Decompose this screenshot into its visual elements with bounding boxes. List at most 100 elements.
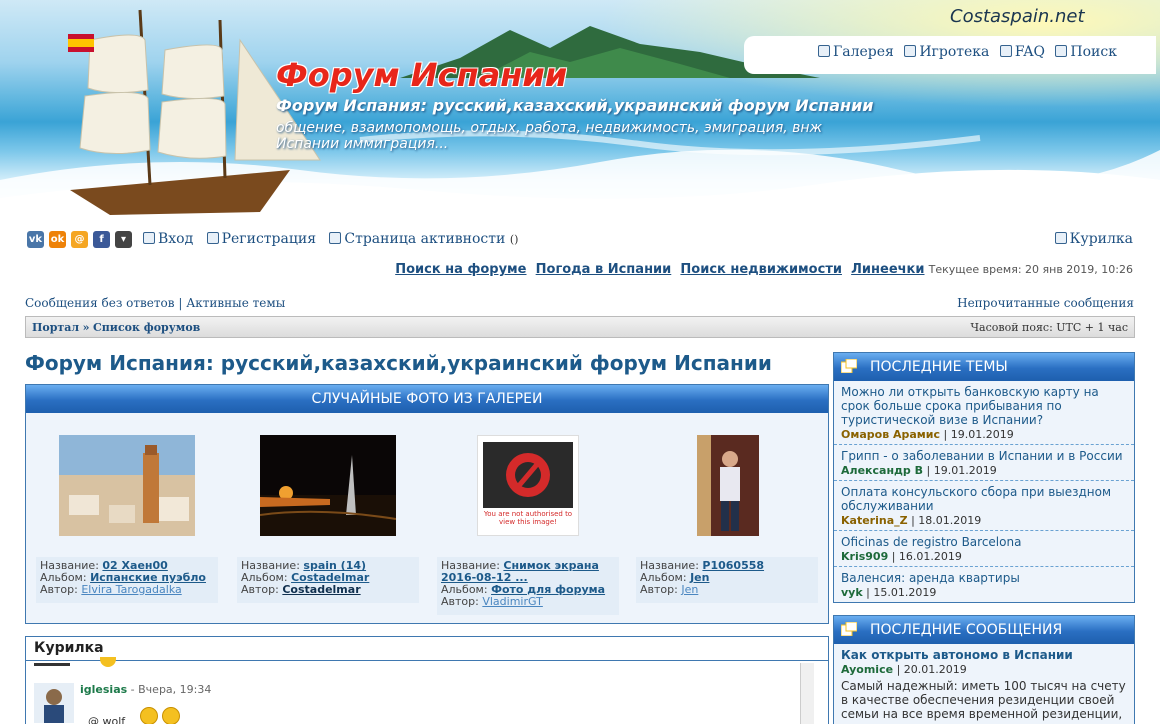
activity-icon — [329, 232, 342, 244]
photo-author-link[interactable]: Elvira Tarogadalka — [81, 583, 181, 596]
photo-thumbnail[interactable] — [260, 435, 396, 536]
topic-title[interactable]: Можно ли открыть банковскую карту на сро… — [841, 385, 1127, 427]
login-icon — [143, 232, 155, 244]
topic-author[interactable]: Katerina_Z — [841, 514, 908, 527]
topic-date: | 18.01.2019 — [911, 514, 982, 527]
topic-date: | 19.01.2019 — [943, 428, 1014, 441]
weather-link[interactable]: Погода в Испании — [536, 262, 672, 277]
header-links: Галерея Игротека FAQ Поиск — [744, 36, 1156, 74]
emoji-icon — [134, 701, 194, 724]
photo-thumbnail[interactable]: You are not authorised to view this imag… — [477, 435, 579, 536]
chat-icon — [1054, 232, 1067, 244]
no-replies-link[interactable]: Сообщения без ответов — [25, 296, 175, 310]
post-item[interactable]: Как открыть автономо в Испании Ayomice |… — [834, 644, 1134, 724]
chat-username[interactable]: iglesias — [80, 683, 127, 696]
topic-date: | 16.01.2019 — [891, 550, 962, 563]
facebook-icon[interactable]: f — [93, 231, 110, 248]
search-icon — [1055, 45, 1068, 57]
topic-author[interactable]: vyk — [841, 586, 863, 599]
games-link[interactable]: Игротека — [904, 44, 989, 60]
photo-info: Название: Снимок экрана 2016-08-12 ... А… — [437, 557, 619, 615]
breadcrumb-forums[interactable]: Список форумов — [93, 321, 200, 334]
topic-item[interactable]: Валенсия: аренда квартиры vyk | 15.01.20… — [834, 567, 1134, 602]
photo-name-link[interactable]: P1060558 — [702, 559, 764, 572]
vk-icon[interactable]: vk — [27, 231, 44, 248]
odnoklassniki-icon[interactable]: ok — [49, 231, 66, 248]
topic-author[interactable]: Kris909 — [841, 550, 888, 563]
gallery-title: СЛУЧАЙНЫЕ ФОТО ИЗ ГАЛЕРЕИ — [26, 385, 828, 413]
activity-link[interactable]: Страница активности — [329, 231, 505, 247]
mail-icon[interactable]: @ — [71, 231, 88, 248]
photo-author-link[interactable]: Costadelmar — [282, 583, 360, 596]
latest-posts-header: ПОСЛЕДНИЕ СООБЩЕНИЯ — [834, 616, 1134, 644]
topic-title[interactable]: Oficinas de registro Barcelona — [841, 535, 1127, 549]
activity-count: () — [509, 233, 519, 246]
forum-subtitle: Форум Испания: русский,казахский,украинс… — [276, 96, 874, 115]
post-author[interactable]: Ayomice — [841, 663, 893, 676]
search-link[interactable]: Поиск — [1055, 44, 1117, 60]
topic-item[interactable]: Оплата консульского сбора при выездном о… — [834, 481, 1134, 531]
unread-posts-link[interactable]: Непрочитанные сообщения — [957, 296, 1134, 310]
photo-info: Название: 02 Хаен00 Альбом: Испанские пу… — [36, 557, 218, 603]
topic-title[interactable]: Грипп - о заболевании в Испании и в Росс… — [841, 449, 1127, 463]
quick-links: Поиск на форуме Погода в Испании Поиск н… — [390, 262, 1133, 277]
timezone: Часовой пояс: UTC + 1 час — [970, 321, 1128, 334]
chat-message-text: @ wolf — [88, 715, 126, 724]
chat-time: - Вчера, 19:34 — [130, 683, 212, 696]
breadcrumb: Портал » Список форумов Часовой пояс: UT… — [25, 316, 1135, 338]
divider — [34, 663, 70, 666]
post-title[interactable]: Как открыть автономо в Испании — [841, 648, 1127, 662]
register-icon — [206, 232, 219, 244]
active-topics-link[interactable]: Активные темы — [186, 296, 285, 310]
chat-title: Курилка — [26, 637, 828, 661]
posts-icon — [841, 622, 857, 636]
chat-message-header: iglesias - Вчера, 19:34 — [80, 683, 211, 696]
social-share-bar: vk ok @ f ▾ — [27, 231, 132, 248]
topic-author[interactable]: Александр В — [841, 464, 923, 477]
photo-thumbnail[interactable] — [59, 435, 195, 536]
site-brand[interactable]: Costaspain.net — [950, 6, 1085, 27]
latest-topics-panel: ПОСЛЕДНИЕ ТЕМЫ Можно ли открыть банковск… — [833, 352, 1135, 603]
chat-link[interactable]: Курилка — [1054, 231, 1133, 247]
auth-links: Вход Регистрация Страница активности () — [143, 231, 518, 247]
games-icon — [904, 45, 917, 57]
blocked-image — [483, 442, 573, 508]
no-access-icon — [506, 453, 550, 497]
topic-item[interactable]: Грипп - о заболевании в Испании и в Росс… — [834, 445, 1134, 481]
topic-author[interactable]: Омаров Арамис — [841, 428, 940, 441]
latest-posts-panel: ПОСЛЕДНИЕ СООБЩЕНИЯ Как открыть автономо… — [833, 615, 1135, 724]
realty-search-link[interactable]: Поиск недвижимости — [680, 262, 842, 277]
more-share-icon[interactable]: ▾ — [115, 231, 132, 248]
topic-item[interactable]: Oficinas de registro Barcelona Kris909 |… — [834, 531, 1134, 567]
chat-scrollbar[interactable] — [800, 663, 814, 724]
breadcrumb-portal[interactable]: Портал — [32, 321, 79, 334]
faq-icon — [999, 45, 1012, 57]
photo-author-link[interactable]: VladimirGT — [482, 595, 543, 608]
chat-panel: Курилка iglesias - Вчера, 19:34 @ wolf — [25, 636, 829, 724]
faq-link[interactable]: FAQ — [999, 44, 1045, 60]
photo-info: Название: P1060558 Альбом: Jen Автор: Je… — [636, 557, 818, 603]
topic-date: | 15.01.2019 — [866, 586, 937, 599]
topic-title[interactable]: Валенсия: аренда квартиры — [841, 571, 1127, 585]
latest-topics-header: ПОСЛЕДНИЕ ТЕМЫ — [834, 353, 1134, 381]
post-excerpt: Самый надежный: иметь 100 тысяч на счету… — [841, 679, 1126, 724]
sub-links: Сообщения без ответов | Активные темы — [25, 296, 286, 310]
post-date: | 20.01.2019 — [896, 663, 967, 676]
avatar[interactable] — [34, 683, 74, 723]
login-link[interactable]: Вход — [143, 231, 193, 247]
breadcrumb-separator: » — [82, 321, 90, 334]
photo-thumbnail[interactable] — [697, 435, 759, 536]
smiley-icon — [100, 657, 116, 667]
blocked-image-text: You are not authorised to view this imag… — [483, 510, 573, 526]
lines-link[interactable]: Линеечки — [851, 262, 924, 277]
topic-date: | 19.01.2019 — [926, 464, 997, 477]
header-banner: Costaspain.net Галерея Игротека FAQ Поис… — [0, 0, 1160, 222]
gallery-link[interactable]: Галерея — [818, 44, 894, 60]
search-forum-link[interactable]: Поиск на форуме — [395, 262, 526, 277]
topic-item[interactable]: Можно ли открыть банковскую карту на сро… — [834, 381, 1134, 445]
photo-author-link[interactable]: Jen — [681, 583, 698, 596]
current-time: Текущее время: 20 янв 2019, 10:26 — [928, 263, 1133, 276]
topic-title[interactable]: Оплата консульского сбора при выездном о… — [841, 485, 1127, 513]
forum-title[interactable]: Форум Испании — [276, 56, 567, 94]
register-link[interactable]: Регистрация — [206, 231, 316, 247]
